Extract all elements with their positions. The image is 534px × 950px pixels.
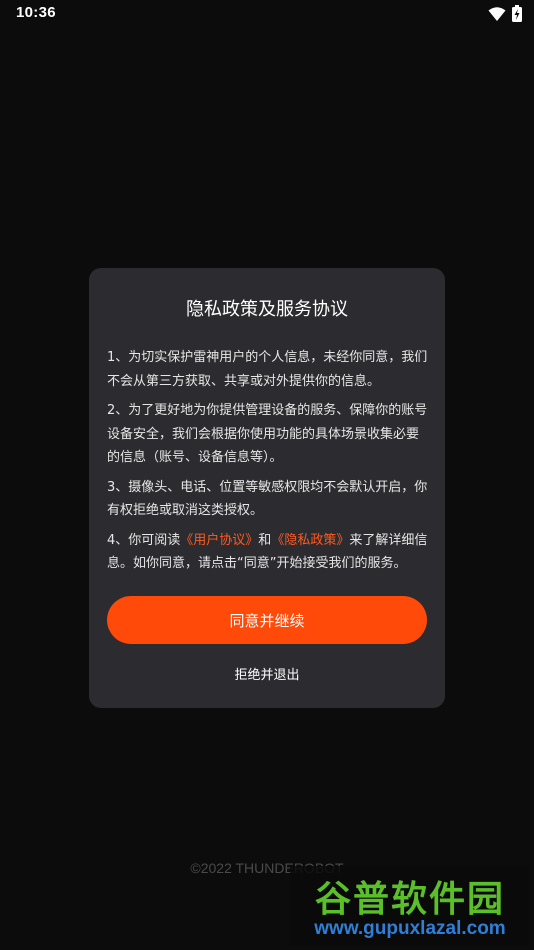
- watermark-url: www.gupuxlazal.com: [314, 918, 506, 939]
- policy-paragraph-3: 3、摄像头、电话、位置等敏感权限均不会默认开启，你有权拒绝或取消这类授权。: [107, 479, 428, 519]
- dialog-body: 1、为切实保护雷神用户的个人信息，未经你同意，我们不会从第三方获取、共享或对外提…: [107, 346, 429, 582]
- privacy-dialog: 隐私政策及服务协议 1、为切实保护雷神用户的个人信息，未经你同意，我们不会从第三…: [89, 268, 445, 708]
- watermark-title: 谷普软件园: [314, 879, 505, 920]
- dialog-title: 隐私政策及服务协议: [186, 299, 348, 320]
- agree-continue-button[interactable]: 同意并继续: [107, 596, 427, 644]
- paragraph-4-and: 和: [258, 532, 272, 548]
- policy-paragraph-2: 2、为了更好地为你提供管理设备的服务、保障你的账号设备安全，我们会根据你使用功能…: [107, 403, 428, 465]
- wifi-icon: [488, 6, 506, 26]
- status-icons: [488, 5, 522, 26]
- policy-paragraph-1: 1、为切实保护雷神用户的个人信息，未经你同意，我们不会从第三方获取、共享或对外提…: [107, 350, 428, 389]
- status-time: 10:36: [16, 4, 56, 21]
- battery-charging-icon: [512, 5, 522, 26]
- status-bar: 10:36: [0, 0, 534, 28]
- site-watermark: 谷普软件园 www.gupuxlazal.com: [290, 866, 530, 946]
- user-agreement-link[interactable]: 《用户协议》: [180, 533, 258, 548]
- privacy-policy-link[interactable]: 《隐私政策》: [271, 533, 349, 548]
- paragraph-4-prefix: 4、你可阅读: [107, 532, 181, 548]
- policy-paragraph-4: 4、你可阅读《用户协议》和《隐私政策》来了解详细信息。如你同意，请点击“同意”开…: [107, 529, 429, 576]
- reject-exit-button[interactable]: 拒绝并退出: [89, 664, 445, 683]
